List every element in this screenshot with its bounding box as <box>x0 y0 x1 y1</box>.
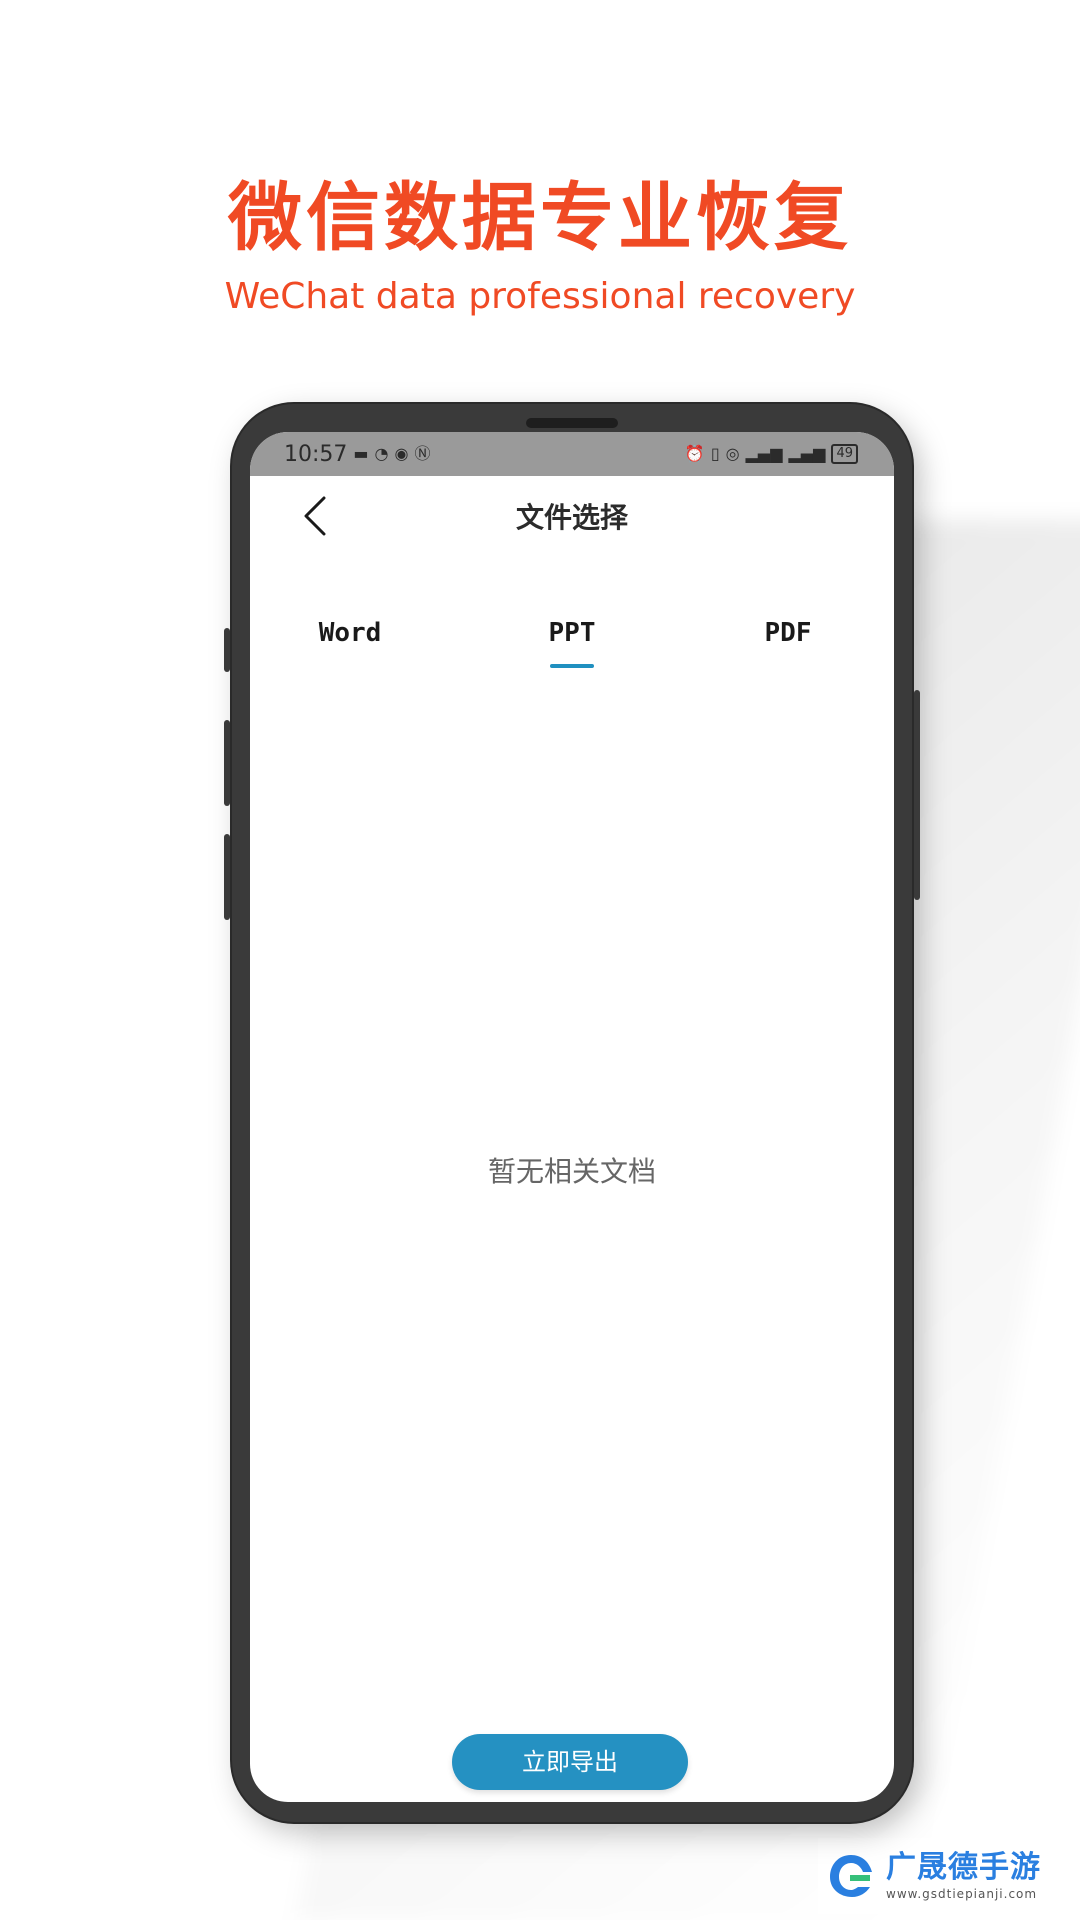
status-left: 10:57 ▬ ◔ ◉ Ⓝ <box>284 442 430 467</box>
watermark-title: 广晟德手游 <box>886 1850 1041 1885</box>
signal-icon: ▂▄▆ <box>788 444 826 463</box>
watermark-logo-icon <box>830 1855 872 1897</box>
phone-side-button <box>224 628 230 672</box>
page-title: 文件选择 <box>515 501 628 534</box>
status-bar: 10:57 ▬ ◔ ◉ Ⓝ ⏰ ▯ ◎ ▂▄▆ ▂▄▆ 49 <box>250 432 894 476</box>
tab-word[interactable]: Word <box>270 618 430 648</box>
watermark-url: www.gsdtiepianji.com <box>886 1887 1038 1901</box>
tab-pdf[interactable]: PDF <box>708 618 868 648</box>
phone-side-button <box>224 720 230 806</box>
speed-icon: ◔ <box>374 444 389 463</box>
speaker-notch <box>526 418 618 428</box>
status-right: ⏰ ▯ ◎ ▂▄▆ ▂▄▆ 49 <box>685 444 858 464</box>
phone-side-button <box>224 834 230 920</box>
hero-subtitle: WeChat data professional recovery <box>224 276 856 317</box>
export-button[interactable]: 立即导出 <box>452 1734 688 1790</box>
tab-label: PPT <box>548 618 596 648</box>
vibrate-icon: ▯ <box>710 444 720 463</box>
tab-label: Word <box>318 618 382 648</box>
phone-frame: 10:57 ▬ ◔ ◉ Ⓝ ⏰ ▯ ◎ ▂▄▆ ▂▄▆ 49 文件选择 Word… <box>224 404 920 1822</box>
phone-screen: 10:57 ▬ ◔ ◉ Ⓝ ⏰ ▯ ◎ ▂▄▆ ▂▄▆ 49 文件选择 Word… <box>250 432 894 1802</box>
tab-bar: Word PPT PDF <box>250 608 894 678</box>
notification-icon: ▬ <box>353 444 369 463</box>
watermark: 广晟德手游 www.gsdtiepianji.com <box>818 1838 1078 1914</box>
empty-state-message: 暂无相关文档 <box>487 1155 656 1188</box>
nfc-icon: Ⓝ <box>414 444 431 463</box>
hotspot-icon: ◎ <box>725 444 740 463</box>
page: 微信数据专业恢复 WeChat data professional recove… <box>0 0 1080 1920</box>
phone-side-button <box>914 690 920 900</box>
status-time: 10:57 <box>284 441 348 467</box>
app-header: 文件选择 <box>250 476 894 556</box>
tab-ppt[interactable]: PPT <box>492 618 652 668</box>
alarm-icon: ⏰ <box>684 444 705 463</box>
battery-icon: 49 <box>831 444 858 464</box>
tab-label: PDF <box>764 618 812 648</box>
tab-indicator <box>550 664 594 668</box>
watermark-texts: 广晟德手游 www.gsdtiepianji.com <box>886 1850 1041 1902</box>
hero-title: 微信数据专业恢复 <box>228 175 852 261</box>
eye-icon: ◉ <box>394 444 409 463</box>
signal-icon: ▂▄▆ <box>745 444 783 463</box>
